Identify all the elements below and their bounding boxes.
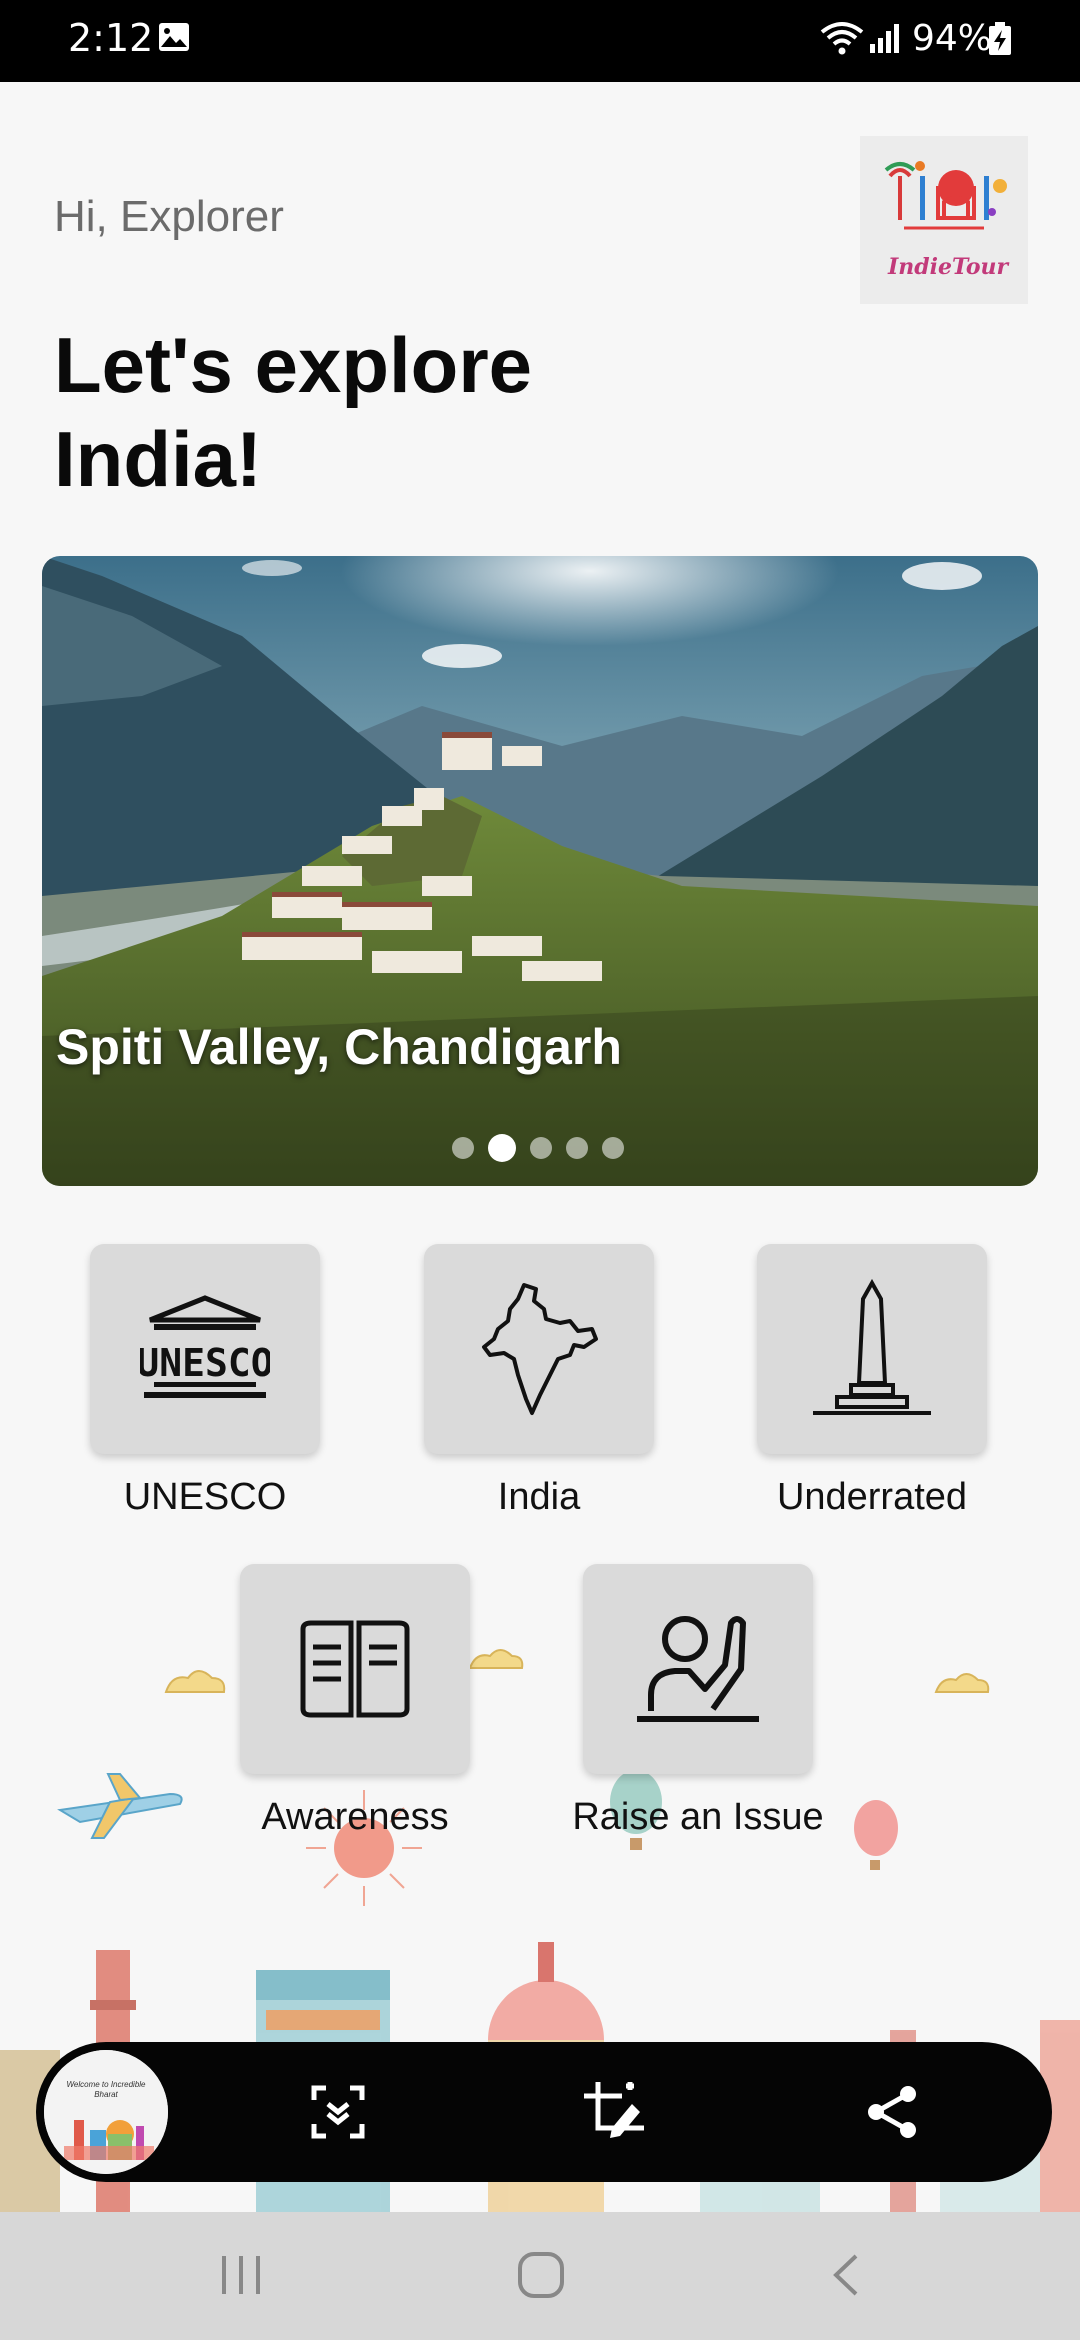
- avatar-caption: Welcome to Incredible Bharat: [66, 2080, 146, 2099]
- category-india-button[interactable]: [424, 1244, 654, 1454]
- category-raise-issue-label: Raise an Issue: [572, 1796, 824, 1838]
- home-icon: [518, 2252, 564, 2298]
- battery-percent: 94%: [912, 18, 993, 59]
- featured-carousel[interactable]: Spiti Valley, Chandigarh: [42, 556, 1038, 1186]
- gallery-icon: [158, 22, 190, 57]
- share-icon: [868, 2086, 916, 2138]
- recent-apps-button[interactable]: [216, 2250, 266, 2305]
- category-india-label: India: [497, 1476, 581, 1518]
- scan-icon: [311, 2085, 365, 2139]
- share-button[interactable]: [858, 2078, 926, 2146]
- raise-hand-icon: [637, 1616, 759, 1722]
- crop-edit-icon: [584, 2082, 644, 2138]
- category-underrated-label: Underrated: [776, 1476, 968, 1518]
- recent-apps-icon: [222, 2256, 260, 2294]
- category-unesco-label: UNESCO: [123, 1476, 287, 1518]
- system-nav-bar: [0, 2212, 1080, 2340]
- status-time: 2:12: [68, 16, 154, 60]
- monument-icon: [813, 1279, 931, 1415]
- category-unesco-button[interactable]: UNESCO: [90, 1244, 320, 1454]
- status-bar: 2:12 94%: [0, 0, 1080, 82]
- category-underrated-button[interactable]: [757, 1244, 987, 1454]
- signal-icon: [868, 22, 902, 59]
- india-map-icon: [482, 1283, 598, 1415]
- app-logo[interactable]: IndieTour: [860, 136, 1028, 304]
- logo-text: IndieTour: [888, 254, 1009, 280]
- category-awareness-label: Awareness: [261, 1796, 449, 1838]
- back-icon: [833, 2254, 858, 2296]
- crop-edit-button[interactable]: [580, 2078, 648, 2146]
- profile-avatar[interactable]: Welcome to Incredible Bharat: [44, 2050, 168, 2174]
- unesco-icon: UNESCO: [140, 1295, 270, 1398]
- carousel-caption: Spiti Valley, Chandigarh: [56, 1019, 622, 1075]
- carousel-dot[interactable]: [452, 1137, 474, 1159]
- carousel-dot[interactable]: [602, 1137, 624, 1159]
- scan-button[interactable]: [304, 2078, 372, 2146]
- carousel-indicator[interactable]: [452, 1134, 624, 1162]
- carousel-dot[interactable]: [566, 1137, 588, 1159]
- greeting-text: Hi, Explorer: [54, 192, 284, 241]
- floating-action-bar: Welcome to Incredible Bharat: [36, 2042, 1052, 2182]
- battery-charging-icon: [988, 22, 1012, 61]
- home-button[interactable]: [516, 2250, 566, 2305]
- back-button[interactable]: [826, 2250, 866, 2305]
- carousel-dot-active[interactable]: [488, 1134, 516, 1162]
- page-title: Let's explore India!: [54, 321, 533, 503]
- book-icon: [300, 1620, 410, 1718]
- category-raise-issue-button[interactable]: [583, 1564, 813, 1774]
- svg-text:UNESCO: UNESCO: [140, 1341, 270, 1385]
- wifi-icon: [820, 20, 864, 61]
- carousel-image: [42, 556, 1038, 1186]
- category-awareness-button[interactable]: [240, 1564, 470, 1774]
- carousel-dot[interactable]: [530, 1137, 552, 1159]
